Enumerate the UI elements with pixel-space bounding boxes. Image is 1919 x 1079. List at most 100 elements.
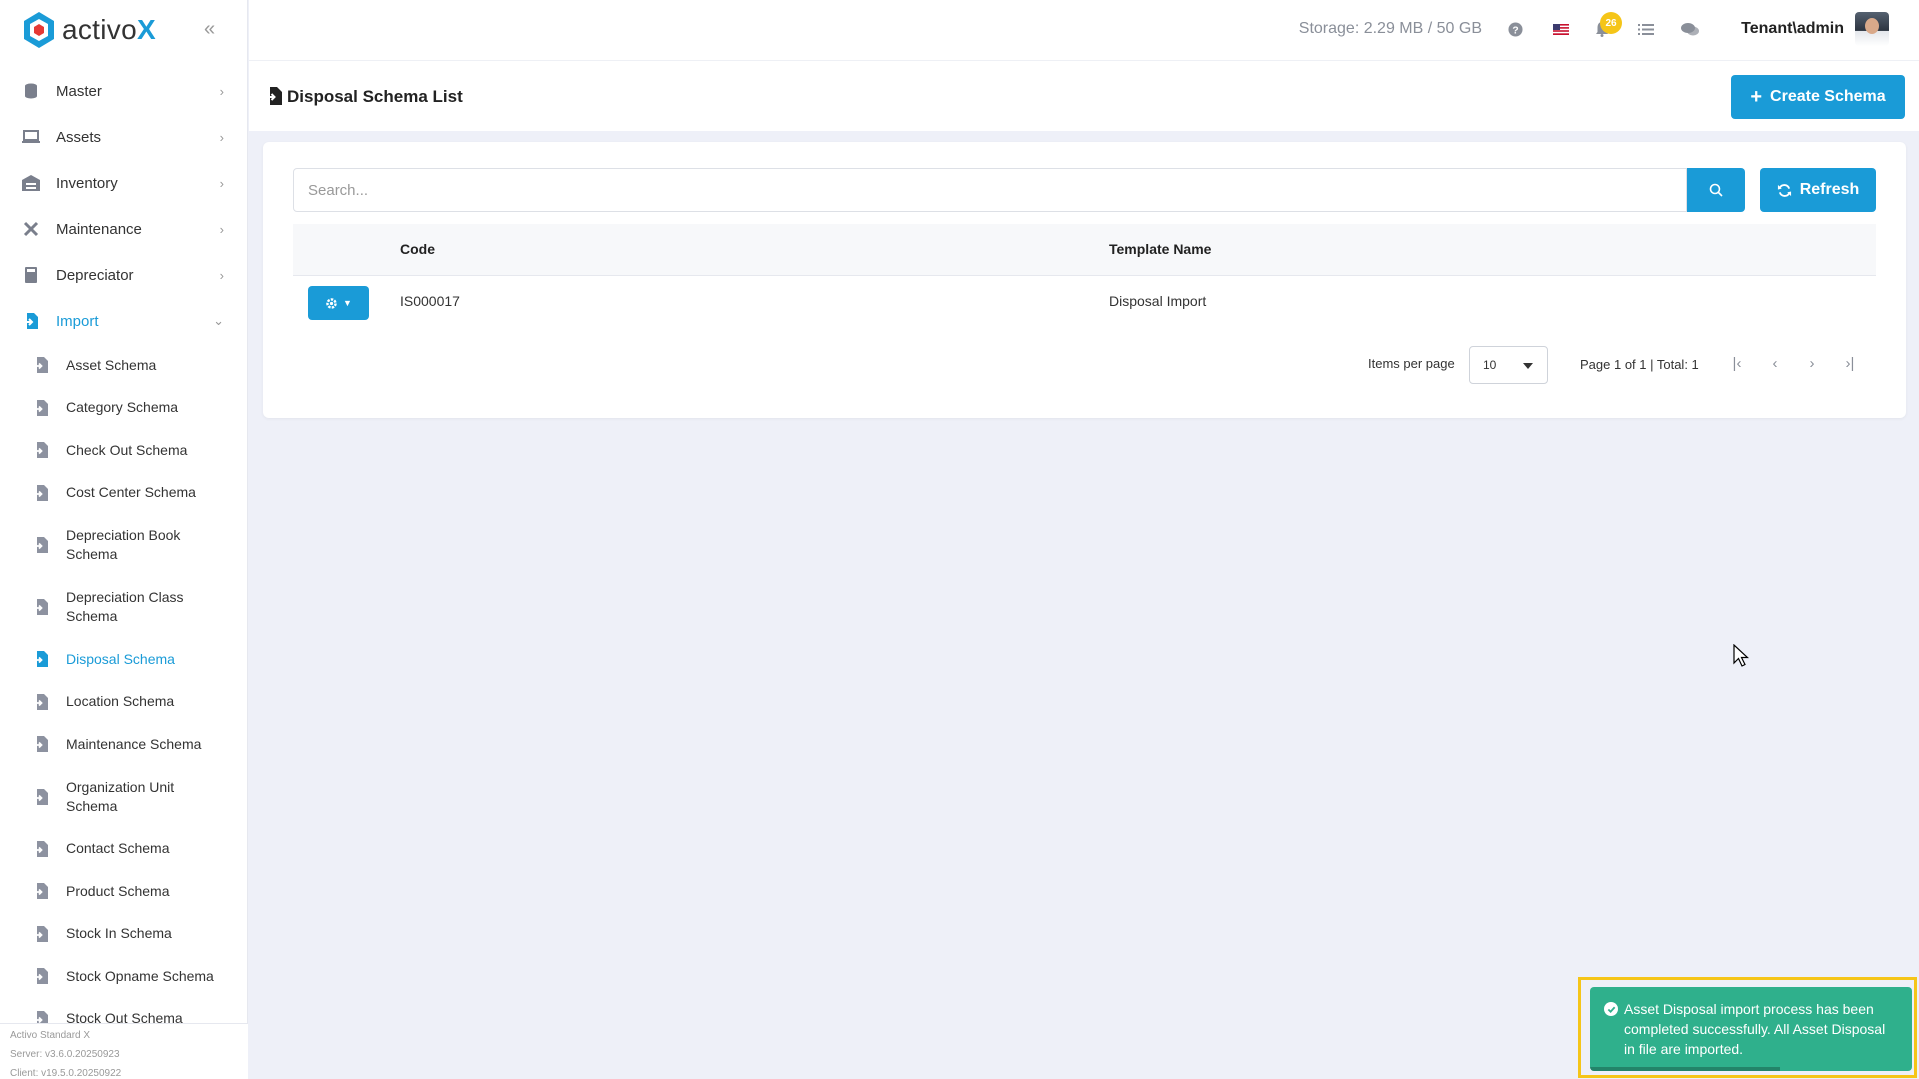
- cell-code: IS000017: [400, 293, 460, 309]
- sidebar-item-maintenance[interactable]: Maintenance ›: [0, 206, 248, 252]
- items-per-page-select[interactable]: 10: [1469, 346, 1548, 384]
- import-file-icon: [34, 736, 48, 753]
- search-input[interactable]: [293, 168, 1687, 212]
- cell-template-name: Disposal Import: [1109, 293, 1207, 309]
- search-button[interactable]: [1687, 168, 1745, 212]
- chevron-right-icon: ›: [219, 83, 224, 99]
- sidebar-subitem-label: Maintenance Schema: [66, 735, 202, 752]
- create-schema-button[interactable]: + Create Schema: [1731, 75, 1905, 119]
- sidebar-item-label: Depreciator: [56, 266, 134, 284]
- sidebar-subitem-label: Cost Center Schema: [66, 484, 196, 501]
- sidebar-subitem-label: Disposal Schema: [66, 650, 175, 667]
- laptop-icon: [22, 129, 40, 145]
- database-icon: [22, 83, 40, 99]
- sidebar-footer: Activo Standard X Server: v3.6.0.2025092…: [0, 1023, 248, 1079]
- chat-icon[interactable]: [1681, 20, 1699, 38]
- sidebar-subitem-label: Asset Schema: [66, 356, 157, 373]
- sidebar-subitem-cost-center-schema[interactable]: Cost Center Schema: [0, 472, 248, 515]
- previous-page-icon[interactable]: ‹: [1765, 353, 1785, 373]
- import-icon: [266, 87, 282, 105]
- sidebar-subitem-label: Location Schema: [66, 693, 175, 710]
- sidebar-item-import[interactable]: Import ⌄: [0, 298, 248, 344]
- chevron-right-icon: ›: [219, 221, 224, 237]
- import-file-icon: [34, 651, 48, 668]
- import-file-icon: [34, 599, 48, 615]
- sidebar-subitem-depreciation-class-schema[interactable]: Depreciation Class Schema: [0, 576, 248, 638]
- user-name[interactable]: Tenant\admin: [1741, 20, 1844, 38]
- sidebar-subitem-category-schema[interactable]: Category Schema: [0, 387, 248, 430]
- column-header-code[interactable]: Code: [400, 241, 435, 257]
- warehouse-icon: [22, 175, 40, 191]
- sidebar-item-label: Import: [56, 312, 99, 330]
- chevron-right-icon: ›: [219, 175, 224, 191]
- next-page-icon[interactable]: ›: [1802, 353, 1822, 373]
- sidebar-subitem-label: Category Schema: [66, 399, 179, 416]
- sidebar-subitem-stock-out-schema[interactable]: Stock Out Schema: [0, 998, 248, 1023]
- svg-text:?: ?: [1512, 25, 1518, 36]
- avatar[interactable]: [1855, 12, 1889, 46]
- task-list-icon[interactable]: [1637, 20, 1655, 38]
- sidebar-subitem-depreciation-book-schema[interactable]: Depreciation Book Schema: [0, 514, 248, 576]
- sidebar-subitem-label: Depreciation Book Schema: [66, 527, 181, 562]
- help-icon[interactable]: ?: [1506, 20, 1524, 38]
- import-file-icon: [34, 788, 48, 805]
- items-per-page-label: Items per page: [1368, 356, 1455, 371]
- sidebar-item-label: Master: [56, 82, 102, 100]
- sidebar-subitem-maintenance-schema[interactable]: Maintenance Schema: [0, 723, 248, 766]
- sidebar-subitem-disposal-schema[interactable]: Disposal Schema: [0, 638, 248, 681]
- first-page-icon[interactable]: |‹: [1727, 353, 1747, 373]
- sidebar-subitem-location-schema[interactable]: Location Schema: [0, 681, 248, 724]
- sidebar-subitem-label: Depreciation Class Schema: [66, 589, 184, 624]
- success-toast[interactable]: Asset Disposal import process has been c…: [1590, 987, 1912, 1071]
- toast-progress-bar: [1590, 1067, 1780, 1071]
- sidebar-item-label: Assets: [56, 128, 102, 146]
- sidebar-item-depreciator[interactable]: Depreciator ›: [0, 252, 248, 298]
- sidebar-subitem-contact-schema[interactable]: Contact Schema: [0, 828, 248, 871]
- page-header: Disposal Schema List + Create Schema: [249, 61, 1919, 131]
- sidebar-subitem-stock-in-schema[interactable]: Stock In Schema: [0, 913, 248, 956]
- sidebar-subitem-stock-opname-schema[interactable]: Stock Opname Schema: [0, 955, 248, 998]
- chevron-down-icon: ⌄: [213, 313, 224, 328]
- chevron-right-icon: ›: [219, 129, 224, 145]
- gear-icon: [326, 297, 337, 309]
- column-header-template-name[interactable]: Template Name: [1109, 241, 1211, 257]
- logo-hex-icon: [24, 12, 54, 48]
- import-file-icon: [34, 442, 48, 459]
- search-icon: [1709, 183, 1723, 197]
- import-submenu: Asset Schema Category Schema Check Out S…: [0, 344, 248, 1023]
- sidebar-item-inventory[interactable]: Inventory ›: [0, 160, 248, 206]
- chevron-right-icon: ›: [219, 267, 224, 283]
- sidebar-subitem-label: Organization Unit Schema: [66, 778, 175, 814]
- sidebar-item-label: Inventory: [56, 174, 118, 192]
- sidebar-subitem-product-schema[interactable]: Product Schema: [0, 870, 248, 913]
- sidebar-item-assets[interactable]: Assets ›: [0, 114, 248, 160]
- import-file-icon: [34, 693, 48, 710]
- caret-down-icon: ▼: [343, 298, 352, 308]
- plus-icon: +: [1750, 86, 1763, 108]
- calculator-icon: [22, 267, 40, 283]
- sidebar-subitem-asset-schema[interactable]: Asset Schema: [0, 344, 248, 387]
- sidebar-subitem-check-out-schema[interactable]: Check Out Schema: [0, 429, 248, 472]
- import-file-icon: [34, 883, 48, 900]
- sidebar-subitem-label: Stock In Schema: [66, 925, 172, 942]
- collapse-sidebar-icon[interactable]: «: [204, 18, 215, 41]
- sidebar-nav: Master › Assets › Inventory › Maintenanc…: [0, 68, 248, 1023]
- import-file-icon: [34, 537, 48, 553]
- row-actions-button[interactable]: ▼: [308, 286, 369, 320]
- sidebar-subitem-organization-unit-schema[interactable]: Organization Unit Schema: [0, 766, 248, 828]
- sidebar-item-master[interactable]: Master ›: [0, 68, 248, 114]
- import-icon: [22, 313, 40, 329]
- create-schema-label: Create Schema: [1770, 88, 1886, 105]
- avatar-face: [1865, 18, 1879, 34]
- import-file-icon: [34, 1010, 48, 1023]
- refresh-button[interactable]: Refresh: [1760, 168, 1876, 212]
- schema-list-card: Refresh Code Template Name ▼ IS000017 Di…: [263, 142, 1906, 418]
- import-file-icon: [34, 840, 48, 857]
- logo-text: activoX: [62, 14, 156, 45]
- import-file-icon: [34, 968, 48, 985]
- last-page-icon[interactable]: ›|: [1840, 353, 1860, 373]
- storage-usage: Storage: 2.29 MB / 50 GB: [1298, 20, 1482, 37]
- import-file-icon: [34, 925, 48, 942]
- toast-message: Asset Disposal import process has been c…: [1624, 1001, 1886, 1057]
- us-flag-icon[interactable]: [1552, 20, 1570, 38]
